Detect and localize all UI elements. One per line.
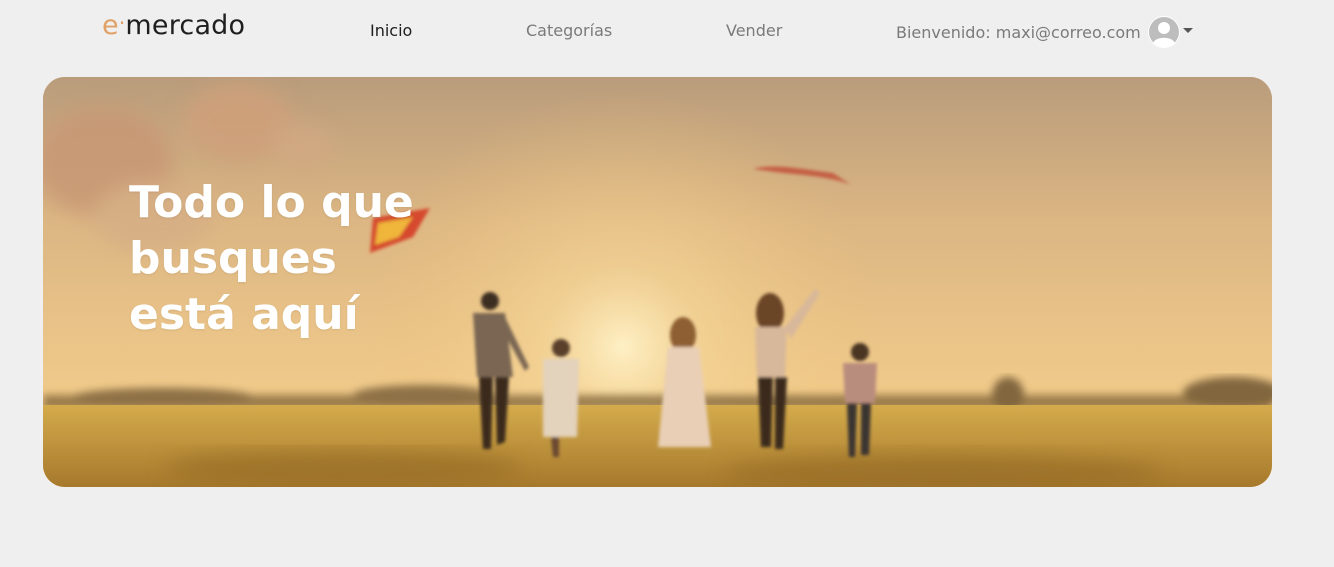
navbar: e·mercado Inicio Categorías Vender Bienv…: [0, 0, 1334, 62]
nav-link-categorias[interactable]: Categorías: [526, 21, 612, 40]
nav-link-vender[interactable]: Vender: [726, 21, 782, 40]
hero-title: Todo lo que busques está aquí: [129, 177, 414, 340]
logo-e: e: [102, 10, 119, 41]
hero-banner: Todo lo que busques está aquí: [43, 77, 1272, 487]
nav-link-inicio[interactable]: Inicio: [370, 21, 412, 40]
user-menu[interactable]: Bienvenido: maxi@correo.com: [896, 16, 1193, 48]
user-avatar-icon[interactable]: [1147, 16, 1180, 48]
logo-dot: ·: [118, 11, 126, 35]
caret-down-icon[interactable]: [1182, 27, 1193, 33]
welcome-text: Bienvenido: maxi@correo.com: [896, 22, 1141, 42]
logo-text: mercado: [125, 10, 246, 41]
logo[interactable]: e·mercado: [102, 10, 245, 41]
